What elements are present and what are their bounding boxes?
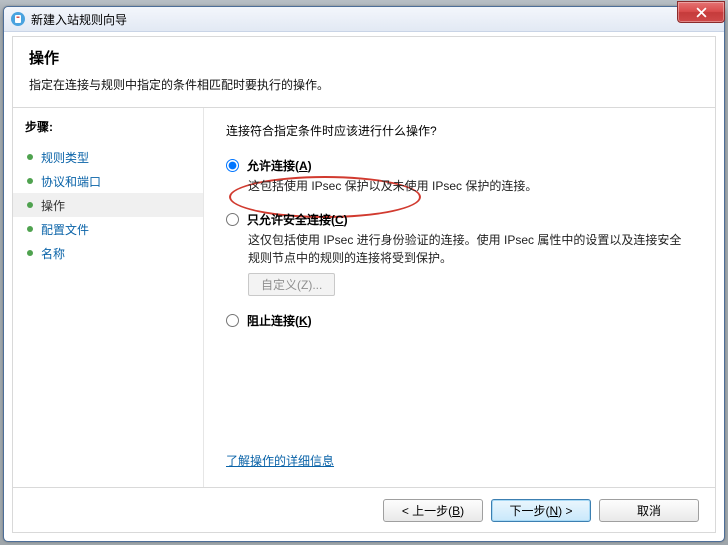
- close-button[interactable]: [677, 1, 725, 23]
- option-block: 阻止连接(K): [226, 312, 693, 329]
- step-rule-type[interactable]: 规则类型: [25, 145, 203, 169]
- bullet-icon: [27, 178, 33, 184]
- radio-block[interactable]: [226, 314, 239, 327]
- step-action[interactable]: 操作: [13, 193, 203, 217]
- option-allow-secure-row[interactable]: 只允许安全连接(C): [226, 211, 693, 228]
- option-allow-desc: 这包括使用 IPsec 保护以及未使用 IPsec 保护的连接。: [248, 178, 688, 195]
- customize-button: 自定义(Z)...: [248, 273, 335, 296]
- back-button[interactable]: < 上一步(B): [383, 499, 483, 522]
- bullet-icon: [27, 226, 33, 232]
- learn-more: 了解操作的详细信息: [226, 452, 693, 469]
- option-allow-secure: 只允许安全连接(C) 这仅包括使用 IPsec 进行身份验证的连接。使用 IPs…: [226, 211, 693, 296]
- next-button[interactable]: 下一步(N) >: [491, 499, 591, 522]
- cancel-button[interactable]: 取消: [599, 499, 699, 522]
- content-pane: 连接符合指定条件时应该进行什么操作? 允许连接(A) 这包括使用 IPsec 保…: [204, 108, 715, 487]
- step-label: 协议和端口: [41, 173, 101, 190]
- step-label: 名称: [41, 245, 65, 262]
- option-allow-secure-desc: 这仅包括使用 IPsec 进行身份验证的连接。使用 IPsec 属性中的设置以及…: [248, 232, 688, 267]
- learn-more-link[interactable]: 了解操作的详细信息: [226, 454, 334, 468]
- page-header: 操作 指定在连接与规则中指定的条件相匹配时要执行的操作。: [13, 37, 715, 108]
- option-allow-secure-label: 只允许安全连接(C): [247, 211, 348, 228]
- step-label: 操作: [41, 197, 65, 214]
- step-label: 配置文件: [41, 221, 89, 238]
- wizard-body: 操作 指定在连接与规则中指定的条件相匹配时要执行的操作。 步骤: 规则类型 协议…: [12, 36, 716, 533]
- wizard-window: 新建入站规则向导 操作 指定在连接与规则中指定的条件相匹配时要执行的操作。 步骤…: [3, 6, 725, 542]
- steps-sidebar: 步骤: 规则类型 协议和端口 操作 配置文件 名称: [13, 108, 204, 487]
- option-block-label: 阻止连接(K): [247, 312, 312, 329]
- app-icon: [10, 11, 26, 27]
- bullet-icon: [27, 154, 33, 160]
- bullet-icon: [27, 202, 33, 208]
- content-prompt: 连接符合指定条件时应该进行什么操作?: [226, 122, 693, 139]
- radio-allow[interactable]: [226, 159, 239, 172]
- titlebar: 新建入站规则向导: [4, 7, 724, 32]
- step-label: 规则类型: [41, 149, 89, 166]
- option-allow: 允许连接(A) 这包括使用 IPsec 保护以及未使用 IPsec 保护的连接。: [226, 157, 693, 195]
- option-allow-label: 允许连接(A): [247, 157, 312, 174]
- option-block-row[interactable]: 阻止连接(K): [226, 312, 693, 329]
- option-allow-row[interactable]: 允许连接(A): [226, 157, 693, 174]
- step-profile[interactable]: 配置文件: [25, 217, 203, 241]
- page-subtitle: 指定在连接与规则中指定的条件相匹配时要执行的操作。: [29, 76, 699, 93]
- window-title: 新建入站规则向导: [31, 11, 127, 28]
- step-protocol-port[interactable]: 协议和端口: [25, 169, 203, 193]
- wizard-footer: < 上一步(B) 下一步(N) > 取消: [13, 487, 715, 532]
- bullet-icon: [27, 250, 33, 256]
- steps-label: 步骤:: [25, 118, 203, 135]
- page-title: 操作: [29, 47, 699, 68]
- radio-allow-secure[interactable]: [226, 213, 239, 226]
- step-name[interactable]: 名称: [25, 241, 203, 265]
